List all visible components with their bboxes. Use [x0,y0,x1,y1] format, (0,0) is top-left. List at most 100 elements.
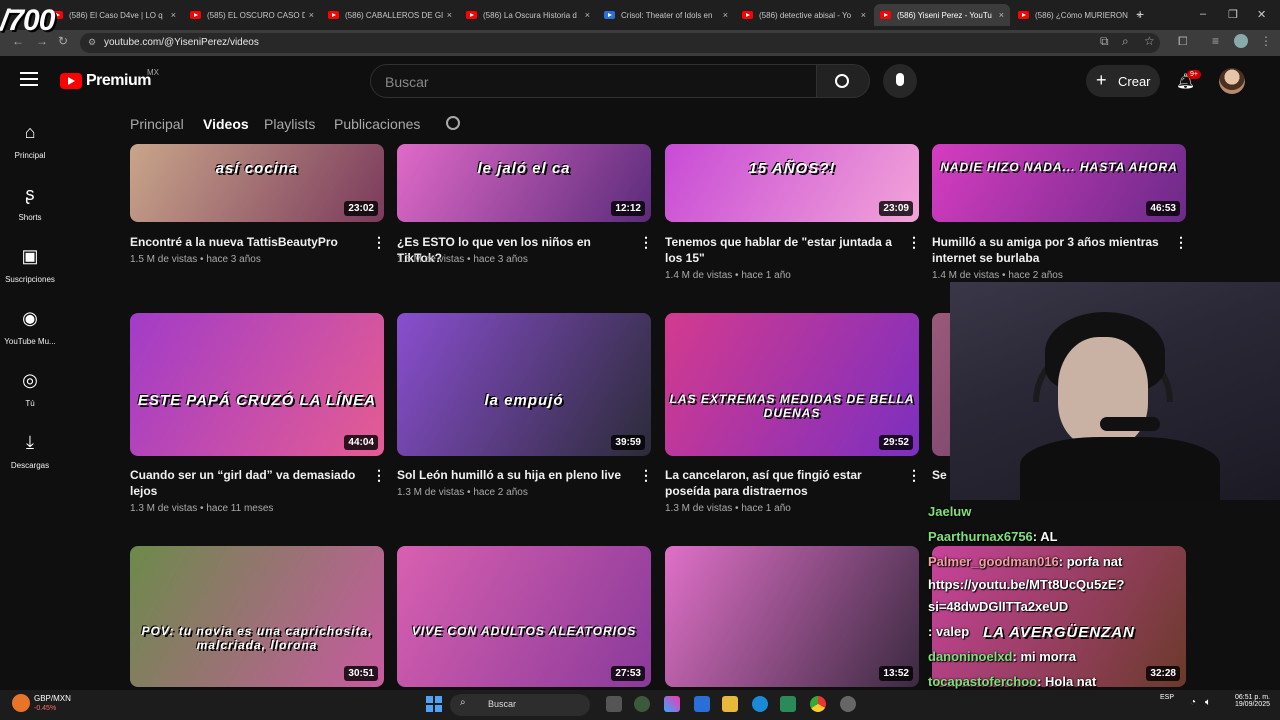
video-more-icon[interactable]: ⋮ [1174,234,1188,251]
sidebar-item-download[interactable]: ⤓ Descargas [0,432,60,470]
browser-tab[interactable]: (586) Yiseni Perez - YouTu × [874,4,1010,26]
tab-close-icon[interactable]: × [861,10,866,20]
browser-tab[interactable]: (586) La Oscura Historia d × [460,4,596,26]
video-age: hace 2 años [1008,270,1063,281]
tab-principal[interactable]: Principal [130,116,184,132]
store-icon[interactable] [694,696,710,712]
video-thumbnail[interactable]: NADIE HIZO NADA... HASTA AHORA 46:53 [932,144,1186,222]
language-indicator[interactable]: ESP [1160,694,1174,701]
close-window-button[interactable]: ✕ [1257,8,1266,21]
video-more-icon[interactable]: ⋮ [639,467,653,484]
sidebar-item-subscriptions[interactable]: ▣ Suscripciones [0,246,60,284]
video-title[interactable]: Humilló a su amiga por 3 años mientras i… [932,234,1168,266]
youtube-favicon-icon [1018,11,1029,19]
chat-username: Jaeluw [928,504,972,519]
thumbnail-overlay-text: así cocina [215,159,299,177]
extensions-icon[interactable]: ⧠ [1178,34,1188,49]
video-thumbnail[interactable]: 15 AÑOS?! 23:09 [665,144,919,222]
minimize-button[interactable]: – [1200,8,1206,20]
video-more-icon[interactable]: ⋮ [372,467,386,484]
video-age: hace 3 años [206,254,261,265]
thumbnail-overlay-text: la empujó [484,391,564,409]
video-thumbnail[interactable]: ESTE PAPÁ CRUZÓ LA LÍNEA 44:04 [130,313,384,456]
sidebar-item-music[interactable]: ◉ YouTube Mu... [0,308,60,346]
youtube-logo-icon[interactable] [60,73,82,89]
tab-close-icon[interactable]: × [447,10,452,20]
windows-start-icon[interactable] [426,696,442,712]
chrome-icon[interactable] [810,696,826,712]
brand-name[interactable]: Premium [86,72,151,90]
youtube-favicon-icon [328,11,339,19]
browser-menu-icon[interactable]: ⋮ [1260,34,1272,48]
meta-separator: • [999,270,1009,281]
sidebar-item-shorts[interactable]: ʂ Shorts [0,184,60,222]
volume-icon[interactable]: 🔈︎ [1205,697,1211,708]
video-more-icon[interactable]: ⋮ [907,467,921,484]
wifi-icon[interactable]: ◔ [1190,697,1196,708]
search-button[interactable] [817,64,870,98]
video-thumbnail[interactable]: le jaló el ca 12:12 [397,144,651,222]
profile-avatar[interactable] [1234,34,1248,48]
chat-username: Palmer_goodman016 [928,554,1059,569]
sidebar-item-you[interactable]: ◎ Tú [0,370,60,408]
search-input[interactable]: Buscar [370,64,817,98]
video-title[interactable]: La cancelaron, así que fingió estar pose… [665,467,901,499]
tab-playlists[interactable]: Playlists [264,116,315,132]
install-icon[interactable]: ⧉ [1100,34,1109,49]
browser-tab[interactable]: (586) El Caso D4ve | LO q × [46,4,182,26]
sidebar-item-home[interactable]: ⌂ Principal [0,122,60,160]
video-title[interactable]: Cuando ser un “girl dad” va demasiado le… [130,467,366,499]
copilot-icon[interactable] [664,696,680,712]
video-thumbnail[interactable]: la empujó 39:59 [397,313,651,456]
video-thumbnail[interactable]: VIVE CON ADULTOS ALEATORIOS 27:53 [397,546,651,687]
app-icon-2[interactable] [840,696,856,712]
zoom-icon[interactable]: ⌕ [1122,34,1129,49]
video-title[interactable]: Tenemos que hablar de "estar juntada a l… [665,234,901,266]
browser-tab[interactable]: (585) EL OSCURO CASO D × [184,4,320,26]
video-age: hace 1 año [741,503,791,514]
video-title[interactable]: Encontré a la nueva TattisBeautyPro [130,234,366,250]
browser-tab[interactable]: Crisol: Theater of Idols en × [598,4,734,26]
browser-tab[interactable]: (586) CABALLEROS DE GI × [322,4,458,26]
clock[interactable]: 06:51 p. m. 19/09/2025 [1226,694,1270,708]
chat-text: : mi morra [1012,649,1077,664]
task-view-icon[interactable] [606,696,622,712]
tab-close-icon[interactable]: × [723,10,728,20]
bookmark-star-icon[interactable]: ☆ [1144,34,1155,48]
maximize-button[interactable]: ❐ [1228,8,1238,21]
hamburger-menu-icon[interactable] [20,72,38,86]
account-avatar[interactable] [1219,68,1245,94]
chat-username: Paarthurnax6756 [928,529,1033,544]
video-meta: 1.3 M de vistas • hace 11 meses [130,503,273,514]
media-icon[interactable]: ≡ [1212,34,1219,48]
video-thumbnail[interactable]: 13:52 [665,546,919,687]
voice-search-button[interactable] [883,64,917,98]
site-info-icon[interactable]: ⚙ [88,37,96,48]
video-more-icon[interactable]: ⋮ [372,234,386,251]
video-thumbnail[interactable]: POV: tu novia es una caprichosita, malcr… [130,546,384,687]
new-tab-button[interactable]: + [1136,6,1144,22]
address-bar[interactable]: youtube.com/@YiseniPerez/videos [80,33,1160,53]
video-more-icon[interactable]: ⋮ [639,234,653,251]
tab-close-icon[interactable]: × [171,10,176,20]
tab-close-icon[interactable]: × [999,10,1004,20]
video-thumbnail[interactable]: así cocina 23:02 [130,144,384,222]
edge-icon[interactable] [752,696,768,712]
channel-search-icon[interactable] [446,116,460,130]
chat-message: https://youtu.be/MTt8UcQu5zE? [928,577,1124,592]
tab-close-icon[interactable]: × [309,10,314,20]
tab-videos[interactable]: Videos [203,116,249,132]
video-more-icon[interactable]: ⋮ [907,234,921,251]
taskbar-search[interactable]: Buscar [450,694,590,716]
video-title[interactable]: Sol León humilló a su hija en pleno live [397,467,633,483]
file-explorer-icon[interactable] [722,696,738,712]
browser-tab[interactable]: (586) detective abisal - Yo × [736,4,872,26]
reload-icon[interactable]: ↻ [58,34,68,48]
home-icon: ⌂ [24,122,36,142]
excel-icon[interactable] [780,696,796,712]
video-thumbnail[interactable]: LAS EXTREMAS MEDIDAS DE BELLA DUENAS 29:5… [665,313,919,456]
tab-publicaciones[interactable]: Publicaciones [334,116,420,132]
browser-tab[interactable]: (586) ¿Cómo MURIERON × [1012,4,1148,26]
app-icon[interactable] [634,696,650,712]
tab-close-icon[interactable]: × [585,10,590,20]
